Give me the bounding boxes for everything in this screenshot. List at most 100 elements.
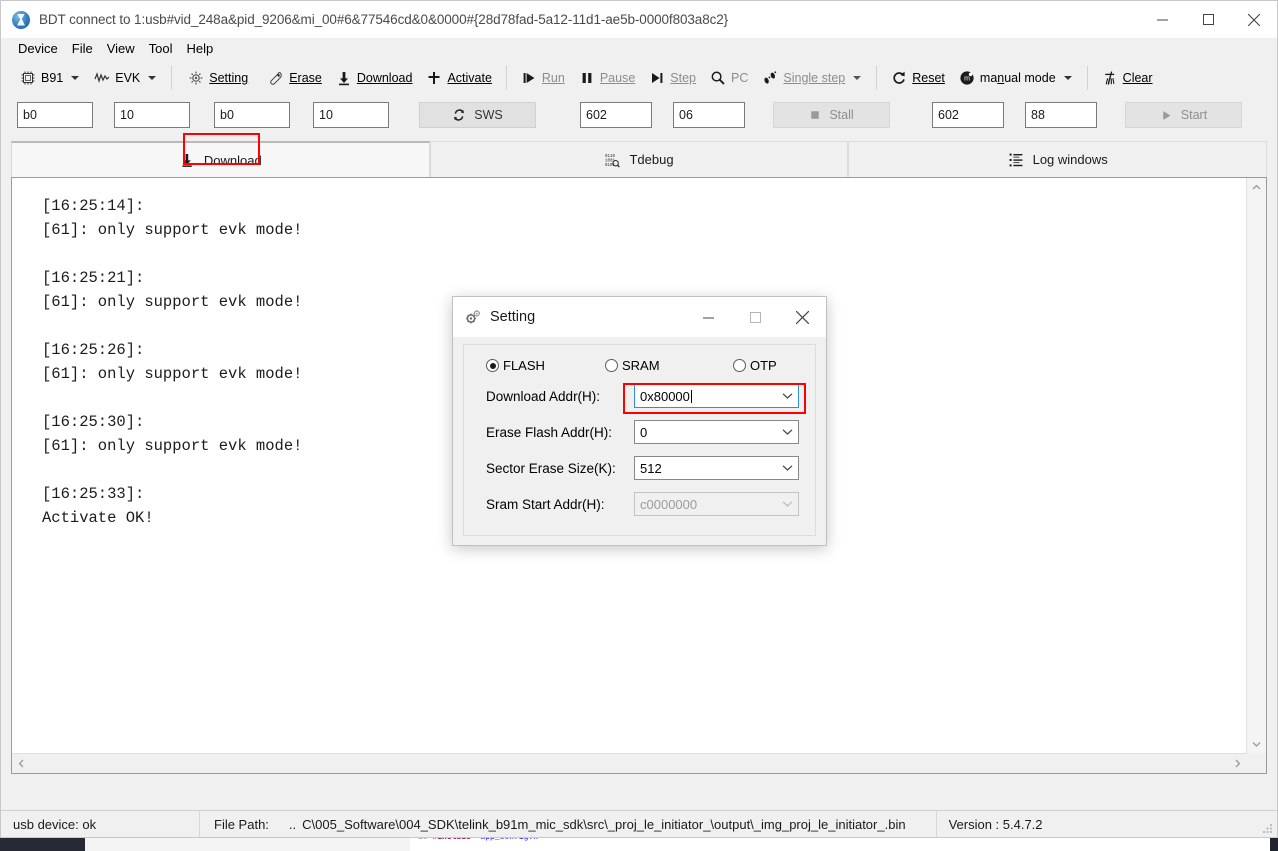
sws-button-label: SWS [474,108,502,122]
tab-log-windows[interactable]: Log windows [848,141,1267,177]
scroll-up-icon[interactable] [1247,178,1266,197]
radio-otp[interactable]: OTP [733,358,777,373]
play-triangle-icon [1160,109,1173,122]
chevron-down-icon [776,493,798,515]
radio-dot-icon [486,359,499,372]
field-addr1[interactable]: b0 [17,102,93,128]
field-addr2[interactable]: b0 [214,102,290,128]
chevron-down-icon[interactable] [1064,76,1072,80]
list-lines-icon [1008,152,1024,168]
parameter-toolbar: b0 10 b0 10 SWS 602 06 Stall [1,96,1277,134]
menu-item-file[interactable]: File [66,40,101,59]
toolbar-download-button[interactable]: Download [329,65,420,91]
toolbar-mode-selector[interactable]: EVK [87,65,164,91]
toolbar-single-step-button[interactable]: Single step [755,65,869,91]
sws-button[interactable]: SWS [419,102,536,128]
field-88[interactable]: 88 [1025,102,1097,128]
footsteps-icon [762,70,778,86]
close-icon[interactable] [779,297,826,337]
field-06[interactable]: 06 [673,102,745,128]
minimize-icon[interactable] [1139,1,1185,38]
toolbar-erase-button[interactable]: Erase [261,65,329,91]
chevron-down-icon[interactable] [853,76,861,80]
chevron-down-icon[interactable] [776,457,798,479]
tab-download[interactable]: Download [11,141,430,177]
svg-text:m: m [964,76,970,83]
radio-sram[interactable]: SRAM [605,358,733,373]
menu-item-view[interactable]: View [101,40,143,59]
menu-item-device[interactable]: Device [12,40,66,59]
chevron-down-icon[interactable] [776,385,798,407]
start-button[interactable]: Start [1125,102,1242,128]
chip-icon [20,70,36,86]
title-bar: BDT connect to 1:usb#vid_248a&pid_9206&m… [1,1,1277,38]
sram-start-addr-combo: c0000000 [634,492,799,516]
scrollbar-corner [1247,754,1266,773]
maximize-icon[interactable] [732,297,779,337]
download-arrow-icon [179,152,195,168]
resize-grip-icon[interactable] [1262,823,1273,834]
setting-dialog-body: FLASH SRAM OTP Download Addr(H): 0x80000… [463,344,816,536]
radio-dot-icon [733,359,746,372]
toolbar-pause-button[interactable]: Pause [572,65,642,91]
download-addr-label: Download Addr(H): [486,389,634,404]
scroll-down-icon[interactable] [1247,735,1266,754]
toolbar-mode-label: EVK [115,71,140,85]
toolbar-pc-button[interactable]: PC [703,65,755,91]
minimize-icon[interactable] [685,297,732,337]
status-version: Version : 5.4.7.2 [937,811,1055,838]
toolbar-download-label: Download [357,71,413,85]
setting-dialog-controls [685,297,826,337]
erase-flash-addr-combo[interactable]: 0 [634,420,799,444]
chevron-down-icon[interactable] [776,421,798,443]
toolbar-step-button[interactable]: Step [642,65,703,91]
tab-tdebug[interactable]: 0110 1001 0101 Tdebug [430,141,849,177]
menu-item-tool[interactable]: Tool [143,40,181,59]
toolbar-chip-selector[interactable]: B91 [13,65,87,91]
toolbar-manual-mode-button[interactable]: m manual mode [952,65,1080,91]
stop-square-icon [809,109,821,121]
eraser-icon [268,70,284,86]
toolbar-activate-button[interactable]: Activate [419,65,498,91]
row-download-addr: Download Addr(H): 0x80000 [464,378,815,414]
radio-dot-icon [605,359,618,372]
stall-button[interactable]: Stall [773,102,890,128]
broom-icon [1102,70,1118,86]
menu-bar: Device File View Tool Help [1,38,1277,60]
toolbar-pc-label: PC [731,71,748,85]
field-602-b[interactable]: 602 [932,102,1004,128]
sector-erase-size-combo[interactable]: 512 [634,456,799,480]
plus-icon [426,70,442,86]
download-addr-combo[interactable]: 0x80000 [634,384,799,408]
close-icon[interactable] [1231,1,1277,38]
memory-type-radio-group: FLASH SRAM OTP [464,345,815,373]
log-vertical-scrollbar[interactable] [1246,178,1266,754]
log-horizontal-scrollbar[interactable] [12,753,1247,773]
waveform-icon [94,70,110,86]
menu-item-help[interactable]: Help [181,40,222,59]
row-sram-start-addr: Sram Start Addr(H): c0000000 [464,486,815,522]
radio-flash[interactable]: FLASH [486,358,605,373]
toolbar-run-label: Run [542,71,565,85]
chevron-down-icon[interactable] [148,76,156,80]
sector-erase-size-value: 512 [635,461,776,476]
toolbar-step-label: Step [670,71,696,85]
tab-log-windows-label: Log windows [1033,152,1108,167]
scroll-right-icon[interactable] [1228,754,1247,773]
toolbar-pause-label: Pause [600,71,635,85]
toolbar-clear-button[interactable]: Clear [1095,65,1160,91]
toolbar-run-button[interactable]: Run [514,65,572,91]
toolbar-manual-mode-label: manual mode [980,71,1056,85]
toolbar-activate-label: Activate [447,71,491,85]
toolbar-reset-button[interactable]: Reset [884,65,952,91]
tab-download-label: Download [204,153,262,168]
chevron-down-icon[interactable] [71,76,79,80]
field-602-a[interactable]: 602 [580,102,652,128]
field-len1[interactable]: 10 [114,102,190,128]
toolbar-setting-button[interactable]: Setting [181,65,255,91]
field-len2[interactable]: 10 [313,102,389,128]
maximize-icon[interactable] [1185,1,1231,38]
erase-flash-addr-value: 0 [635,425,776,440]
toolbar-separator [506,66,507,90]
scroll-left-icon[interactable] [12,754,31,773]
